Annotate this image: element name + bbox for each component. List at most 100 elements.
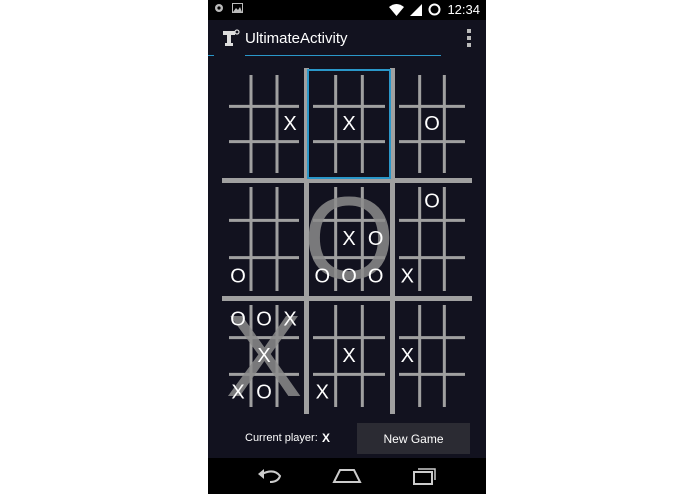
board-cell[interactable] (309, 106, 336, 141)
board-cell[interactable] (336, 183, 363, 220)
action-bar: UltimateActivity (208, 20, 486, 56)
board-cell[interactable] (225, 220, 251, 257)
clock: 12:34 (447, 2, 480, 17)
board-cell[interactable] (444, 374, 469, 411)
navigation-bar (208, 458, 486, 494)
board-cell[interactable] (225, 71, 251, 106)
board-cell[interactable] (251, 220, 277, 257)
cell-mark: O (230, 265, 246, 287)
board-cell[interactable] (309, 220, 336, 257)
recent-apps-icon[interactable] (410, 466, 438, 486)
board-cell[interactable] (420, 301, 445, 338)
board-cell[interactable] (362, 142, 389, 177)
board-cell[interactable] (395, 374, 420, 411)
board-cell[interactable] (444, 71, 469, 106)
board-cell[interactable] (251, 258, 277, 295)
board-cell[interactable] (251, 106, 277, 141)
board-cell[interactable] (420, 338, 445, 375)
board-cell[interactable] (336, 71, 363, 106)
board-cell[interactable] (395, 301, 420, 338)
board-cell[interactable] (395, 142, 420, 177)
board-cell[interactable] (251, 183, 277, 220)
ultimate-board: XXOOOXOOOOOXXOOXXXOXXX (222, 68, 472, 418)
overflow-menu-icon[interactable] (466, 29, 472, 47)
small-board-3: O (395, 71, 469, 177)
board-cell[interactable] (225, 106, 251, 141)
cell-mark: O (424, 191, 440, 213)
current-player-label: Current player: (245, 432, 318, 444)
board-cell[interactable] (277, 374, 303, 411)
board-cell[interactable] (420, 71, 445, 106)
cell-mark: X (257, 345, 270, 367)
board-cell[interactable] (420, 220, 445, 257)
cell-mark: O (368, 228, 384, 250)
board-cell[interactable] (362, 374, 389, 411)
small-board-8: XX (309, 301, 389, 411)
board-cell[interactable] (336, 374, 363, 411)
phone-screen: 12:34 UltimateActivity XXOOOXOOOOOXXOOXX… (208, 0, 486, 494)
small-board-5: OXOOOO (303, 173, 395, 305)
cell-mark: X (401, 345, 414, 367)
board-cell[interactable] (420, 142, 445, 177)
cell-mark: O (230, 308, 246, 330)
back-icon[interactable] (256, 466, 284, 486)
small-board-9: X (395, 301, 469, 411)
board-cell[interactable] (395, 183, 420, 220)
cell-mark: X (401, 265, 414, 287)
board-cell[interactable] (362, 338, 389, 375)
small-board-7: XOOXXXO (225, 291, 303, 418)
board-cell[interactable] (309, 71, 336, 106)
status-bar: 12:34 (208, 0, 486, 20)
sync-icon (215, 4, 223, 12)
board-cell[interactable] (309, 301, 336, 338)
board-cell[interactable] (251, 142, 277, 177)
small-board-2: X (309, 71, 389, 177)
battery-icon (428, 3, 441, 16)
cell-mark: O (315, 265, 331, 287)
image-icon (232, 3, 243, 13)
board-cell[interactable] (444, 258, 469, 295)
board-cell[interactable] (277, 258, 303, 295)
board-cell[interactable] (362, 183, 389, 220)
board-cell[interactable] (444, 220, 469, 257)
board-cell[interactable] (395, 220, 420, 257)
board-cell[interactable] (444, 106, 469, 141)
board-cell[interactable] (362, 106, 389, 141)
footer: Current player: X New Game (208, 420, 486, 456)
board-cell[interactable] (277, 183, 303, 220)
board-cell[interactable] (225, 183, 251, 220)
signal-icon (410, 3, 423, 16)
board-cell[interactable] (309, 183, 336, 220)
cell-mark: O (368, 265, 384, 287)
cell-mark: O (341, 265, 357, 287)
board-cell[interactable] (336, 142, 363, 177)
board-cell[interactable] (444, 183, 469, 220)
board-cell[interactable] (395, 71, 420, 106)
board-cell[interactable] (225, 338, 251, 375)
board-cell[interactable] (277, 338, 303, 375)
current-player-value: X (322, 431, 331, 445)
board-cell[interactable] (444, 301, 469, 338)
new-game-button[interactable]: New Game (357, 423, 470, 454)
board-cell[interactable] (420, 258, 445, 295)
board-cell[interactable] (395, 106, 420, 141)
cell-mark: X (231, 382, 244, 404)
board-cell[interactable] (444, 338, 469, 375)
board-cell[interactable] (362, 301, 389, 338)
small-board-4: O (225, 183, 303, 295)
cell-mark: O (256, 382, 272, 404)
board-cell[interactable] (309, 142, 336, 177)
home-icon[interactable] (332, 466, 362, 486)
board-cell[interactable] (362, 71, 389, 106)
board-cell[interactable] (420, 374, 445, 411)
board-cell[interactable] (277, 71, 303, 106)
board-cell[interactable] (309, 338, 336, 375)
board-cell[interactable] (336, 301, 363, 338)
cell-mark: X (283, 113, 296, 135)
board-cell[interactable] (225, 142, 251, 177)
board-cell[interactable] (444, 142, 469, 177)
board-cell[interactable] (251, 71, 277, 106)
board-cell[interactable] (277, 220, 303, 257)
board-cell[interactable] (277, 142, 303, 177)
cell-mark: X (342, 345, 355, 367)
